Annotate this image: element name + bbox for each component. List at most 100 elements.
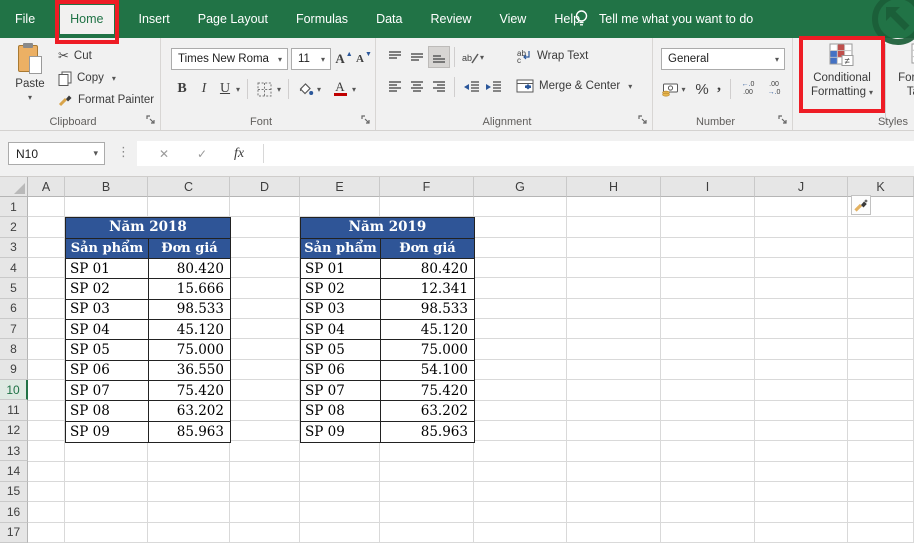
table-row[interactable]: SP 0775.420 — [301, 381, 474, 401]
price-cell[interactable]: 63.202 — [381, 401, 474, 420]
product-cell[interactable]: SP 09 — [301, 422, 381, 442]
table-row[interactable]: SP 0575.000 — [66, 340, 230, 360]
increase-decimal-button[interactable]: ←.0 .00 — [736, 78, 760, 100]
product-cell[interactable]: SP 06 — [301, 361, 381, 380]
accounting-dropdown-arrow[interactable] — [678, 78, 689, 100]
column-header-H[interactable]: H — [567, 177, 661, 197]
product-cell[interactable]: SP 02 — [301, 279, 381, 298]
column-header-J[interactable]: J — [755, 177, 848, 197]
row-header-1[interactable]: 1 — [0, 197, 28, 217]
price-cell[interactable]: 63.202 — [149, 401, 230, 420]
column-header-G[interactable]: G — [474, 177, 567, 197]
row-header-7[interactable]: 7 — [0, 319, 28, 339]
price-cell[interactable]: 98.533 — [149, 300, 230, 319]
cell-area[interactable]: Năm 2018Sản phẩmĐơn giáSP 0180.420SP 021… — [28, 197, 914, 543]
table-row[interactable]: SP 0863.202 — [301, 401, 474, 421]
align-right-button[interactable] — [428, 76, 450, 98]
column-header-C[interactable]: C — [148, 177, 230, 197]
price-cell[interactable]: 45.120 — [149, 320, 230, 339]
bottom-align-button[interactable] — [428, 46, 450, 68]
row-header-16[interactable]: 16 — [0, 502, 28, 522]
table-row[interactable]: SP 0985.963 — [66, 422, 230, 442]
product-cell[interactable]: SP 09 — [66, 422, 149, 442]
bold-button[interactable]: B — [171, 78, 193, 100]
conditional-formatting-button[interactable]: ≠ Conditional Formatting — [803, 43, 881, 100]
table-row[interactable]: SP 0398.533 — [66, 300, 230, 320]
row-header-3[interactable]: 3 — [0, 238, 28, 258]
paste-button[interactable]: Paste — [8, 44, 52, 103]
tell-me-box[interactable]: Tell me what you want to do — [574, 0, 753, 38]
decrease-decimal-button[interactable]: .00 →.0 — [762, 78, 786, 100]
cut-button[interactable]: ✂ Cut — [58, 46, 92, 66]
decrease-indent-button[interactable] — [460, 76, 482, 98]
font-color-dropdown-arrow[interactable] — [348, 78, 360, 100]
borders-dropdown-arrow[interactable] — [273, 78, 285, 100]
row-header-14[interactable]: 14 — [0, 461, 28, 481]
floating-brush-button[interactable] — [851, 195, 871, 215]
column-header-B[interactable]: B — [65, 177, 148, 197]
clipboard-dialog-launcher[interactable] — [145, 114, 157, 126]
column-header-D[interactable]: D — [230, 177, 300, 197]
wrap-text-button[interactable]: ab c Wrap Text — [516, 46, 588, 66]
row-header-10[interactable]: 10 — [0, 380, 28, 400]
product-cell[interactable]: SP 06 — [66, 361, 149, 380]
comma-style-button[interactable]: , — [713, 75, 725, 97]
middle-align-button[interactable] — [406, 46, 428, 68]
row-header-13[interactable]: 13 — [0, 441, 28, 461]
product-cell[interactable]: SP 03 — [66, 300, 149, 319]
orientation-button[interactable]: ab — [460, 46, 486, 68]
column-header-I[interactable]: I — [661, 177, 755, 197]
italic-button[interactable]: I — [193, 78, 215, 100]
product-cell[interactable]: SP 01 — [301, 259, 381, 278]
name-box[interactable]: N10 — [8, 142, 105, 165]
increase-font-size-button[interactable]: A ▲ — [333, 48, 355, 70]
format-painter-button[interactable]: Format Painter — [58, 90, 154, 110]
row-header-11[interactable]: 11 — [0, 400, 28, 420]
row-header-12[interactable]: 12 — [0, 421, 28, 441]
product-cell[interactable]: SP 02 — [66, 279, 149, 298]
product-cell[interactable]: SP 05 — [301, 340, 381, 359]
price-cell[interactable]: 80.420 — [381, 259, 474, 278]
orientation-dropdown-arrow[interactable] — [480, 51, 484, 63]
product-cell[interactable]: SP 01 — [66, 259, 149, 278]
paste-dropdown-arrow[interactable] — [28, 91, 32, 103]
insert-function-icon[interactable]: fx — [221, 146, 257, 162]
table-row[interactable]: SP 0575.000 — [301, 340, 474, 360]
row-header-15[interactable]: 15 — [0, 482, 28, 502]
product-cell[interactable]: SP 07 — [66, 381, 149, 400]
price-cell[interactable]: 75.420 — [149, 381, 230, 400]
column-header-K[interactable]: K — [848, 177, 914, 197]
price-cell[interactable]: 12.341 — [381, 279, 474, 298]
table-row[interactable]: SP 0654.100 — [301, 361, 474, 381]
merge-center-button[interactable]: Merge & Center — [516, 76, 632, 96]
table-row[interactable]: SP 0212.341 — [301, 279, 474, 299]
copy-button[interactable]: Copy — [58, 68, 116, 88]
align-center-button[interactable] — [406, 76, 428, 98]
enter-icon[interactable]: ✓ — [183, 147, 221, 161]
price-cell[interactable]: 98.533 — [381, 300, 474, 319]
tab-insert[interactable]: Insert — [136, 5, 173, 34]
product-cell[interactable]: SP 04 — [301, 320, 381, 339]
price-cell[interactable]: 75.000 — [381, 340, 474, 359]
price-cell[interactable]: 15.666 — [149, 279, 230, 298]
row-header-9[interactable]: 9 — [0, 360, 28, 380]
column-header-A[interactable]: A — [28, 177, 65, 197]
alignment-dialog-launcher[interactable] — [637, 114, 649, 126]
price-cell[interactable]: 36.550 — [149, 361, 230, 380]
decrease-font-size-button[interactable]: A ▼ — [353, 48, 375, 70]
select-all-corner[interactable] — [0, 177, 28, 197]
table-row[interactable]: SP 0215.666 — [66, 279, 230, 299]
price-cell[interactable]: 54.100 — [381, 361, 474, 380]
tab-data[interactable]: Data — [373, 5, 405, 34]
price-cell[interactable]: 75.420 — [381, 381, 474, 400]
row-header-2[interactable]: 2 — [0, 217, 28, 237]
fill-color-dropdown-arrow[interactable] — [313, 78, 325, 100]
table-row[interactable]: SP 0180.420 — [66, 259, 230, 279]
underline-dropdown-arrow[interactable] — [232, 78, 244, 100]
align-left-button[interactable] — [384, 76, 406, 98]
row-header-4[interactable]: 4 — [0, 258, 28, 278]
tab-page-layout[interactable]: Page Layout — [195, 5, 271, 34]
table-row[interactable]: SP 0445.120 — [301, 320, 474, 340]
table-row[interactable]: SP 0985.963 — [301, 422, 474, 442]
top-align-button[interactable] — [384, 46, 406, 68]
